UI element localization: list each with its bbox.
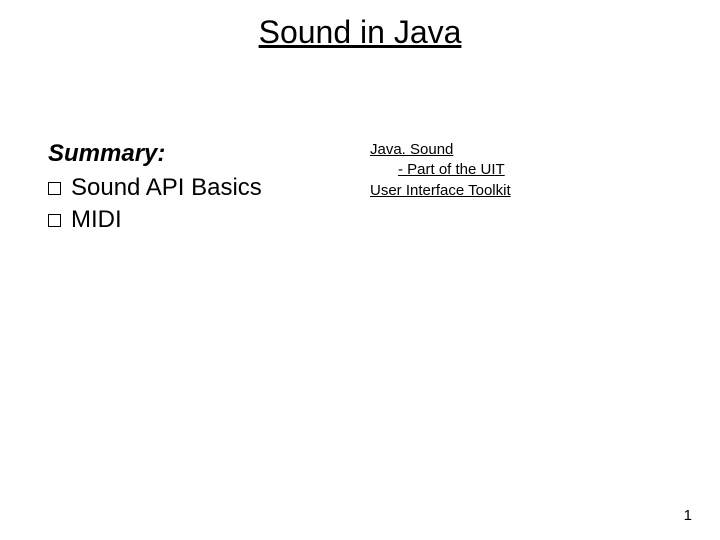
bullet-square-icon [48,214,61,227]
note-line: - Part of the UIT [370,160,670,180]
list-item: Sound API Basics [48,172,348,204]
list-item: MIDI [48,204,348,236]
note-line: Java. Sound [370,140,670,160]
note-line: User Interface Toolkit [370,181,670,201]
bullet-text: Sound API Basics [71,172,262,204]
summary-heading: Summary: [48,140,348,168]
slide: Sound in Java Summary: Sound API Basics … [0,0,720,540]
slide-title: Sound in Java [0,14,720,51]
page-number: 1 [684,507,692,524]
summary-column: Summary: Sound API Basics MIDI [48,140,348,237]
bullet-text: MIDI [71,204,122,236]
bullet-square-icon [48,182,61,195]
notes-column: Java. Sound - Part of the UIT User Inter… [370,140,670,201]
